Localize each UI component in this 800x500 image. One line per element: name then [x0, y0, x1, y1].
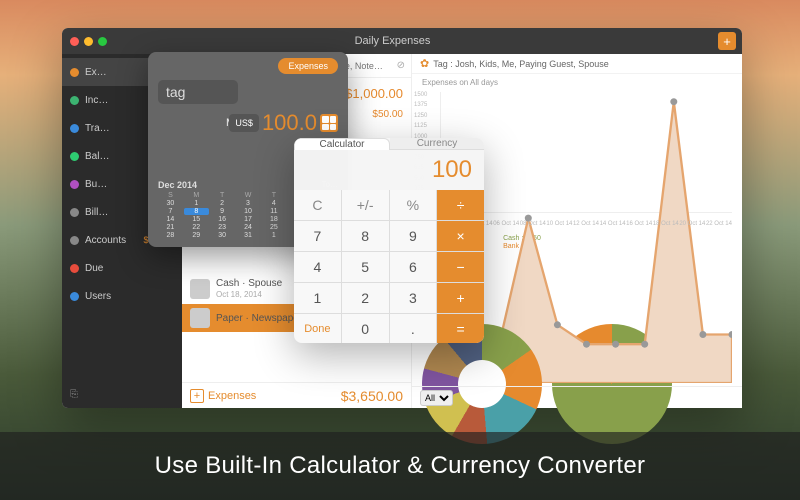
calendar-day[interactable]: 14: [158, 216, 183, 223]
calc-key-−[interactable]: −: [437, 252, 484, 282]
calc-key-8[interactable]: 8: [342, 221, 389, 251]
calendar-day[interactable]: 21: [158, 224, 183, 231]
calendar-day[interactable]: 29: [184, 232, 209, 239]
calendar-day[interactable]: 2: [210, 200, 235, 207]
calendar-day[interactable]: 15: [184, 216, 209, 223]
calendar-day[interactable]: 30: [210, 232, 235, 239]
calc-tabs: Calculator Currency: [294, 138, 484, 150]
calc-key-+[interactable]: +: [437, 283, 484, 313]
clear-icon[interactable]: ⊘: [397, 60, 405, 71]
calendar-day[interactable]: 16: [210, 216, 235, 223]
calendar-day[interactable]: 22: [184, 224, 209, 231]
avatar: [190, 279, 210, 299]
calendar-day[interactable]: 3: [236, 200, 261, 207]
calendar-day[interactable]: 10: [236, 208, 261, 215]
calendar-day[interactable]: 7: [158, 208, 183, 215]
tab-currency[interactable]: Currency: [390, 138, 484, 150]
calc-key-2[interactable]: 2: [342, 283, 389, 313]
add-expense-button[interactable]: +: [718, 32, 736, 50]
calc-key-1[interactable]: 1: [294, 283, 341, 313]
calendar-day[interactable]: 25: [261, 224, 286, 231]
keypad-icon[interactable]: [320, 114, 338, 132]
window-title: Daily Expenses: [67, 35, 718, 47]
amount-display: 100.0: [262, 110, 317, 136]
calendar-day[interactable]: 23: [210, 224, 235, 231]
filter-select[interactable]: All: [420, 390, 453, 406]
calc-key-6[interactable]: 6: [390, 252, 437, 282]
tag-summary: Tag : Josh, Kids, Me, Paying Guest, Spou…: [433, 59, 609, 69]
right-footer: All: [412, 386, 742, 408]
avatar: [190, 308, 210, 328]
calc-key-%[interactable]: %: [390, 190, 437, 220]
calendar-day[interactable]: 30: [158, 200, 183, 207]
calendar-day[interactable]: 17: [236, 216, 261, 223]
calc-key-4[interactable]: 4: [294, 252, 341, 282]
tag-input[interactable]: tag: [158, 80, 238, 104]
calendar-day[interactable]: 18: [261, 216, 286, 223]
sidebar-item-7[interactable]: Due: [62, 254, 182, 282]
footer-label: Expenses: [208, 390, 256, 402]
add-icon[interactable]: +: [190, 389, 204, 403]
expenses-pill[interactable]: Expenses: [278, 58, 338, 74]
calendar-day[interactable]: 8: [184, 208, 209, 215]
calc-key-7[interactable]: 7: [294, 221, 341, 251]
calc-key-÷[interactable]: ÷: [437, 190, 484, 220]
currency-chip[interactable]: US$: [229, 114, 259, 132]
calculator-popover: Calculator Currency 100 C+/-%÷ 789× 456− 12…: [294, 138, 484, 343]
calc-key-=[interactable]: =: [437, 314, 484, 343]
calc-key-+/-[interactable]: +/-: [342, 190, 389, 220]
calendar-day[interactable]: 31: [236, 232, 261, 239]
calc-key-0[interactable]: 0: [342, 314, 389, 343]
calendar-day[interactable]: 4: [261, 200, 286, 207]
chart-title: Expenses on All days: [422, 78, 498, 87]
calendar-day[interactable]: 1: [184, 200, 209, 207]
calc-key-Done[interactable]: Done: [294, 314, 341, 343]
calendar-day[interactable]: 24: [236, 224, 261, 231]
center-footer: + Expenses $3,650.00: [182, 382, 411, 408]
gear-icon[interactable]: ✿: [420, 57, 429, 70]
tab-calculator[interactable]: Calculator: [294, 138, 390, 150]
calendar-day[interactable]: 9: [210, 208, 235, 215]
marketing-caption: Use Built-In Calculator & Currency Conve…: [0, 432, 800, 500]
calendar-day[interactable]: 11: [261, 208, 286, 215]
calendar-day[interactable]: 28: [158, 232, 183, 239]
calc-key-C[interactable]: C: [294, 190, 341, 220]
sidebar-item-8[interactable]: Users: [62, 282, 182, 310]
calc-key-×[interactable]: ×: [437, 221, 484, 251]
right-header: ✿ Tag : Josh, Kids, Me, Paying Guest, Sp…: [412, 54, 742, 74]
footer-total: $3,650.00: [341, 388, 403, 404]
titlebar: Daily Expenses +: [62, 28, 742, 54]
calc-keypad: C+/-%÷ 789× 456− 123+ Done0.=: [294, 190, 484, 343]
calc-key-9[interactable]: 9: [390, 221, 437, 251]
calc-key-5[interactable]: 5: [342, 252, 389, 282]
calc-key-3[interactable]: 3: [390, 283, 437, 313]
calc-display: 100: [294, 150, 484, 190]
month-label: Dec 2014: [158, 180, 197, 190]
sidebar-footer-icon[interactable]: ⎘: [62, 381, 182, 408]
calendar-day[interactable]: 1: [261, 232, 286, 239]
calc-key-.[interactable]: .: [390, 314, 437, 343]
